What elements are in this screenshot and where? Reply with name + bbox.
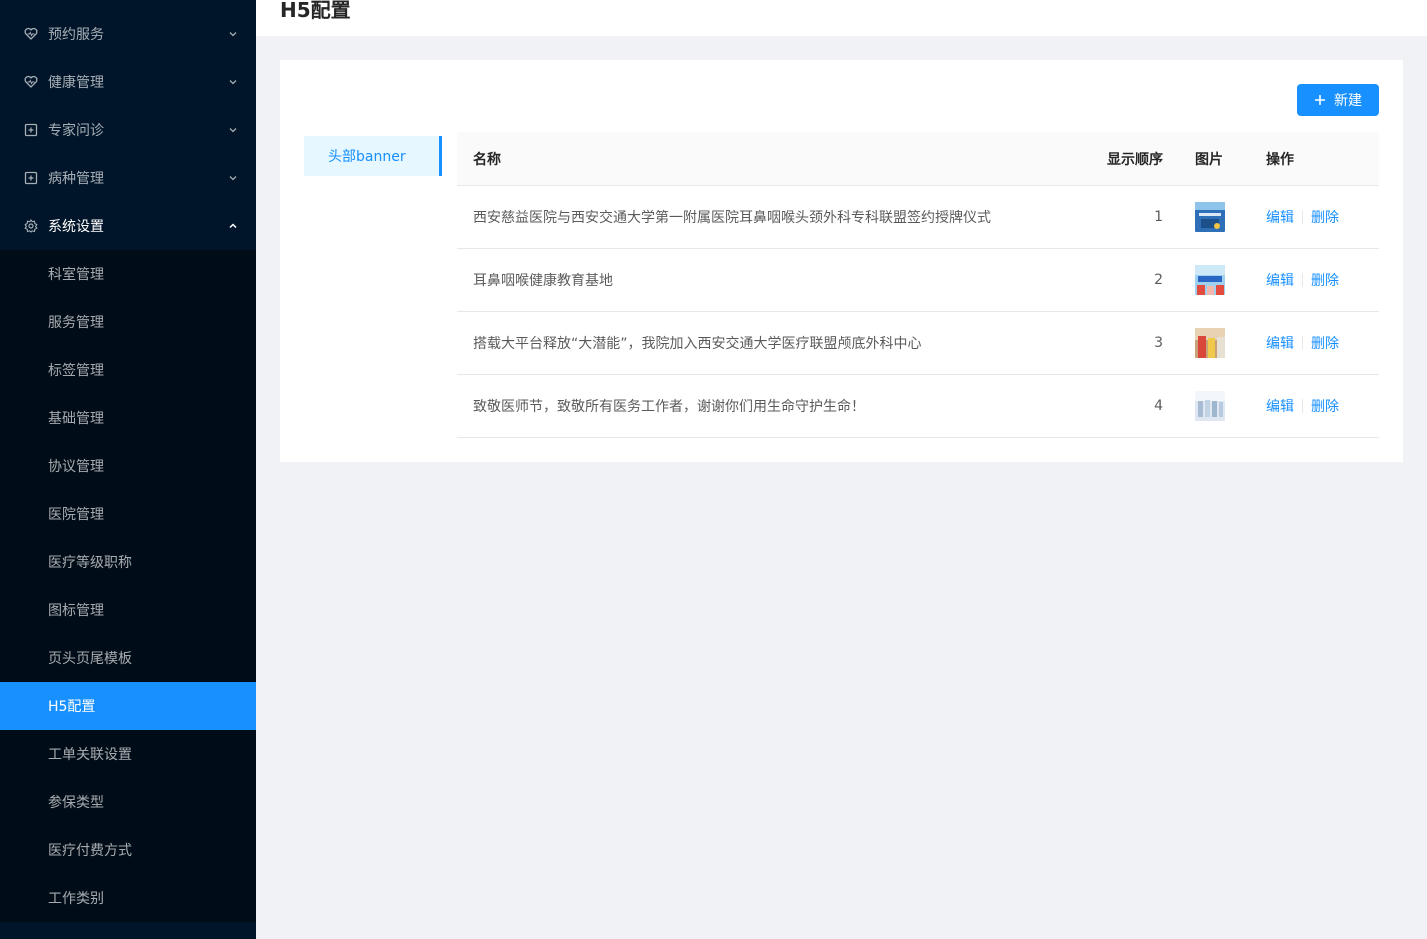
- plus-icon: [1314, 94, 1326, 106]
- sidebar-item-label: 图标管理: [48, 603, 104, 619]
- submenu-system-settings: 科室管理 服务管理 标签管理 基础管理 协议管理 医院管理 医疗等级职称 图标管…: [0, 250, 256, 922]
- sidebar-item-tags[interactable]: 标签管理: [0, 346, 256, 394]
- cell-order: 4: [1154, 398, 1163, 414]
- chevron-up-icon: [228, 221, 238, 231]
- sidebar-item-insurance-type[interactable]: 参保类型: [0, 778, 256, 826]
- menu-expert-consultation[interactable]: 专家问诊: [0, 106, 256, 154]
- menu-label: 健康管理: [48, 75, 104, 91]
- column-header-order: 显示顺序: [1107, 151, 1163, 168]
- left-tabs: 头部banner: [304, 136, 442, 176]
- delete-link[interactable]: 删除: [1311, 396, 1339, 416]
- menu-label: 系统设置: [48, 219, 104, 235]
- sidebar-item-label: H5配置: [48, 699, 96, 715]
- content-card: 新建 头部banner 名称 显示顺序 图片 操作 西安慈益医院与西安交通大学第…: [280, 60, 1403, 462]
- gear-icon: [24, 219, 38, 233]
- cell-name: 搭载大平台释放“大潜能”，我院加入西安交通大学医疗联盟颅底外科中心: [473, 336, 922, 352]
- edit-link[interactable]: 编辑: [1266, 396, 1294, 416]
- delete-link[interactable]: 删除: [1311, 207, 1339, 227]
- menu-health-management[interactable]: 健康管理: [0, 58, 256, 106]
- table-row: 耳鼻咽喉健康教育基地 2 编辑 删除: [457, 249, 1379, 312]
- sidebar-item-label: 医疗等级职称: [48, 555, 132, 571]
- chevron-down-icon: [228, 29, 238, 39]
- sidebar-item-ticket-link[interactable]: 工单关联设置: [0, 730, 256, 778]
- delete-link[interactable]: 删除: [1311, 270, 1339, 290]
- sidebar-item-medical-title[interactable]: 医疗等级职称: [0, 538, 256, 586]
- sidebar-item-icons[interactable]: 图标管理: [0, 586, 256, 634]
- table-row: 西安慈益医院与西安交通大学第一附属医院耳鼻咽喉头颈外科专科联盟签约授牌仪式 1 …: [457, 186, 1379, 249]
- sidebar-item-label: 工单关联设置: [48, 747, 132, 763]
- divider: [1302, 273, 1303, 287]
- menu-disease-management[interactable]: 病种管理: [0, 154, 256, 202]
- tab-label: 头部banner: [328, 149, 406, 165]
- sidebar-item-header-footer[interactable]: 页头页尾模板: [0, 634, 256, 682]
- sidebar-item-label: 医疗付费方式: [48, 843, 132, 859]
- sidebar-item-label: 页头页尾模板: [48, 651, 132, 667]
- cell-order: 2: [1154, 272, 1163, 288]
- tab-header-banner[interactable]: 头部banner: [304, 136, 442, 176]
- sidebar-item-label: 科室管理: [48, 267, 104, 283]
- delete-link[interactable]: 删除: [1311, 333, 1339, 353]
- cell-order: 1: [1154, 209, 1163, 225]
- page-title: H5配置: [280, 0, 351, 22]
- chevron-down-icon: [228, 125, 238, 135]
- sidebar-item-department[interactable]: 科室管理: [0, 250, 256, 298]
- banner-table: 名称 显示顺序 图片 操作 西安慈益医院与西安交通大学第一附属医院耳鼻咽喉头颈外…: [457, 132, 1379, 438]
- cell-name: 致敬医师节，致敬所有医务工作者，谢谢你们用生命守护生命！: [473, 399, 865, 415]
- divider: [1302, 210, 1303, 224]
- menu-label: 预约服务: [48, 27, 104, 43]
- new-button[interactable]: 新建: [1297, 84, 1379, 116]
- sidebar-item-hospital[interactable]: 医院管理: [0, 490, 256, 538]
- edit-link[interactable]: 编辑: [1266, 207, 1294, 227]
- menu-appointment-service[interactable]: 预约服务: [0, 10, 256, 58]
- chevron-down-icon: [228, 173, 238, 183]
- menu-label: 专家问诊: [48, 123, 104, 139]
- edit-link[interactable]: 编辑: [1266, 333, 1294, 353]
- sidebar-item-label: 参保类型: [48, 795, 104, 811]
- sidebar-item-label: 协议管理: [48, 459, 104, 475]
- sidebar-item-label: 服务管理: [48, 315, 104, 331]
- divider: [1302, 336, 1303, 350]
- banner-thumbnail[interactable]: [1195, 328, 1225, 358]
- sidebar-item-label: 基础管理: [48, 411, 104, 427]
- edit-link[interactable]: 编辑: [1266, 270, 1294, 290]
- sidebar-item-service[interactable]: 服务管理: [0, 298, 256, 346]
- table-row: 致敬医师节，致敬所有医务工作者，谢谢你们用生命守护生命！ 4 编辑 删除: [457, 375, 1379, 438]
- column-header-image: 图片: [1195, 151, 1223, 168]
- sidebar-item-label: 标签管理: [48, 363, 104, 379]
- sidebar-item-basic[interactable]: 基础管理: [0, 394, 256, 442]
- heart-pulse-icon: [24, 75, 38, 89]
- sidebar-item-payment-method[interactable]: 医疗付费方式: [0, 826, 256, 874]
- column-header-actions: 操作: [1266, 151, 1294, 168]
- sidebar-item-label: 医院管理: [48, 507, 104, 523]
- banner-thumbnail[interactable]: [1195, 265, 1225, 295]
- banner-thumbnail[interactable]: [1195, 391, 1225, 421]
- sidebar-item-label: 工作类别: [48, 891, 104, 907]
- page-header: H5配置: [256, 0, 1427, 36]
- menu-system-settings[interactable]: 系统设置: [0, 202, 256, 250]
- table-header: 名称 显示顺序 图片 操作: [457, 132, 1379, 186]
- column-header-name: 名称: [473, 151, 501, 168]
- chevron-down-icon: [228, 77, 238, 87]
- divider: [1302, 399, 1303, 413]
- menu-label: 病种管理: [48, 171, 104, 187]
- sidebar-item-work-category[interactable]: 工作类别: [0, 874, 256, 922]
- medical-box-icon: [24, 171, 38, 185]
- medical-box-icon: [24, 123, 38, 137]
- banner-thumbnail[interactable]: [1195, 202, 1225, 232]
- sidebar: 预约服务 健康管理 专家问诊 病种管理 系统设置 科室管理 服务管理 标签管理 …: [0, 0, 256, 939]
- heart-icon: [24, 27, 38, 41]
- sidebar-item-agreement[interactable]: 协议管理: [0, 442, 256, 490]
- sidebar-item-h5-config[interactable]: H5配置: [0, 682, 256, 730]
- cell-name: 西安慈益医院与西安交通大学第一附属医院耳鼻咽喉头颈外科专科联盟签约授牌仪式: [473, 210, 991, 226]
- cell-name: 耳鼻咽喉健康教育基地: [473, 273, 613, 289]
- new-button-label: 新建: [1334, 92, 1362, 108]
- cell-order: 3: [1154, 335, 1163, 351]
- table-row: 搭载大平台释放“大潜能”，我院加入西安交通大学医疗联盟颅底外科中心 3 编辑 删…: [457, 312, 1379, 375]
